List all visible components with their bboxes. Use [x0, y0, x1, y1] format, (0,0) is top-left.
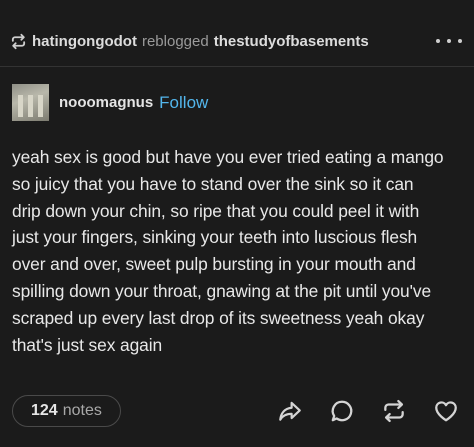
more-dot [436, 39, 440, 43]
post-text: yeah sex is good but have you ever tried… [12, 144, 468, 358]
post-card: hatingongodot reblogged thestudyofbaseme… [0, 0, 474, 447]
reblog-header: hatingongodot reblogged thestudyofbaseme… [10, 28, 462, 54]
post-text-line: scraped up every last drop of its sweetn… [12, 307, 425, 328]
reblog-verb: reblogged [141, 32, 209, 50]
post-text-line: over and over, sweet pulp bursting in yo… [12, 254, 416, 275]
reblogger-username[interactable]: hatingongodot [32, 33, 137, 50]
post-text-line: so juicy that you have to stand over the… [12, 173, 414, 194]
avatar-detail [38, 95, 43, 117]
post-text-line: that's just sex again [12, 334, 163, 355]
notes-label: notes [62, 402, 102, 419]
notes-count: 124 [31, 402, 58, 419]
post-text-line: drip down your chin, so ripe that you co… [12, 200, 420, 221]
reblog-icon [10, 33, 27, 50]
more-dot [458, 39, 462, 43]
avatar[interactable] [12, 84, 49, 121]
more-horizontal-icon[interactable] [436, 31, 462, 51]
post-text-line: just your fingers, sinking your teeth in… [12, 227, 418, 248]
post-footer: 124 notes [12, 394, 460, 428]
reblog-icon[interactable] [380, 397, 408, 425]
more-dot [447, 39, 451, 43]
reply-icon[interactable] [328, 397, 356, 425]
post-text-line: yeah sex is good but have you ever tried… [12, 147, 444, 167]
author-row: nooomagnus Follow [12, 84, 208, 121]
post-actions [252, 397, 460, 425]
avatar-detail [18, 95, 23, 117]
notes-button[interactable]: 124 notes [12, 395, 121, 427]
avatar-detail [28, 95, 33, 117]
post-text-line: spilling down your throat, gnawing at th… [12, 280, 432, 301]
share-icon[interactable] [276, 397, 304, 425]
author-username[interactable]: nooomagnus [59, 94, 153, 111]
like-heart-icon[interactable] [432, 397, 460, 425]
reblog-source-username[interactable]: thestudyofbasements [214, 33, 369, 50]
follow-button[interactable]: Follow [159, 93, 208, 113]
header-divider [0, 66, 474, 67]
